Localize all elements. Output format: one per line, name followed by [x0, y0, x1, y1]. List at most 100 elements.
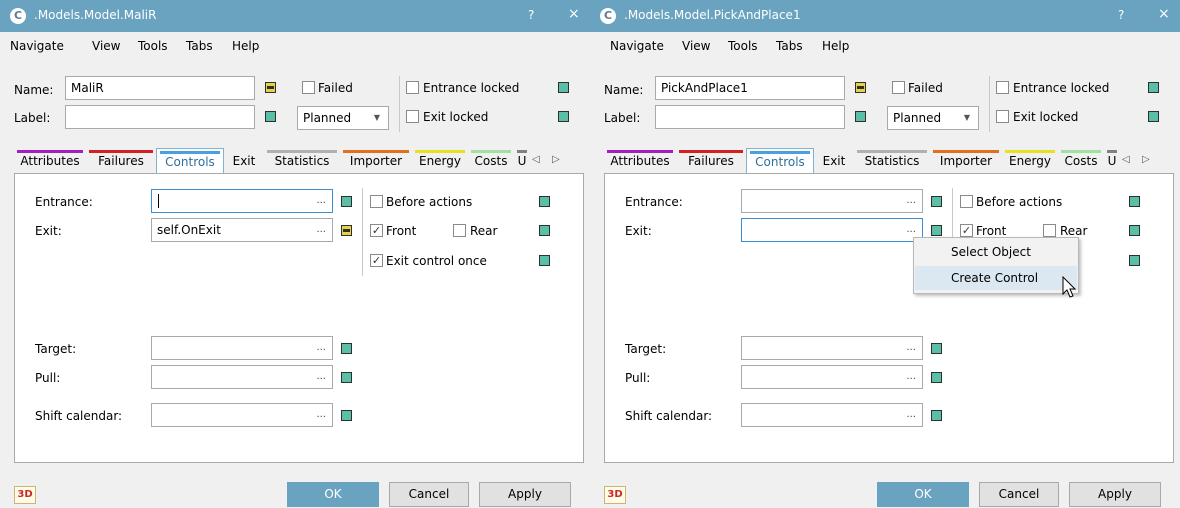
before-actions-checkbox[interactable] [370, 195, 383, 208]
rear-checkbox[interactable] [1043, 224, 1056, 237]
shift-calendar-input[interactable]: ... [741, 403, 923, 427]
menu-tabs[interactable]: Tabs [186, 39, 213, 53]
ok-button[interactable]: OK [287, 482, 379, 507]
failed-checkbox[interactable] [302, 81, 315, 94]
menu-navigate[interactable]: Navigate [610, 39, 664, 53]
apply-button[interactable]: Apply [479, 482, 571, 507]
rear-checkbox[interactable] [453, 224, 466, 237]
planned-dropdown[interactable]: Planned ▼ [887, 106, 979, 130]
tab-scroll-left-icon[interactable]: ◁ [1122, 154, 1130, 165]
shift-calendar-input[interactable]: ... [151, 403, 333, 427]
menu-view[interactable]: View [682, 39, 710, 53]
exit-locked-checkbox[interactable] [406, 110, 419, 123]
name-status-indicator [855, 82, 866, 93]
target-browse-button[interactable]: ... [316, 337, 326, 359]
front-checkbox[interactable]: ✓ [370, 224, 383, 237]
entrance-indicator [341, 196, 352, 207]
front-checkbox[interactable]: ✓ [960, 224, 973, 237]
tab-scroll-right-icon[interactable]: ▷ [552, 154, 560, 165]
help-button[interactable]: ? [1118, 8, 1124, 22]
tab-color-bar [17, 150, 83, 153]
tab-label: Costs [1064, 154, 1098, 168]
tab-attributes[interactable]: Attributes [14, 148, 86, 174]
exit-input[interactable]: ... [741, 218, 923, 242]
tab-failures[interactable]: Failures [86, 148, 156, 174]
tab-importer[interactable]: Importer [340, 148, 412, 174]
window-title: .Models.Model.MaliR [34, 8, 157, 22]
name-value: MaliR [71, 81, 104, 95]
name-input[interactable]: MaliR [65, 76, 255, 100]
target-indicator [341, 343, 352, 354]
tab-failures[interactable]: Failures [676, 148, 746, 174]
entrance-browse-button[interactable]: ... [316, 190, 326, 212]
tab-energy[interactable]: Energy [412, 148, 468, 174]
target-browse-button[interactable]: ... [906, 337, 916, 359]
pointer-cursor-icon [1062, 276, 1077, 298]
separator [399, 76, 400, 132]
pull-input[interactable]: ... [741, 365, 923, 389]
target-input[interactable]: ... [151, 336, 333, 360]
ok-button[interactable]: OK [877, 482, 969, 507]
entrance-locked-checkbox[interactable] [406, 81, 419, 94]
tab-scroll-right-icon[interactable]: ▷ [1142, 154, 1150, 165]
entrance-locked-label: Entrance locked [1013, 81, 1110, 95]
close-button[interactable]: × [568, 6, 580, 22]
3d-icon[interactable]: 3D [14, 486, 36, 504]
name-input[interactable]: PickAndPlace1 [655, 76, 845, 100]
failed-checkbox[interactable] [892, 81, 905, 94]
tab-label: Costs [474, 154, 508, 168]
exit-input[interactable]: self.OnExit... [151, 218, 333, 242]
tab-exit[interactable]: Exit [814, 148, 854, 174]
close-button[interactable]: × [1158, 6, 1170, 22]
check-icon: ✓ [371, 224, 382, 237]
separator [989, 76, 990, 132]
exit-locked-indicator [1148, 111, 1159, 122]
tab-costs[interactable]: Costs [1058, 148, 1104, 174]
planned-dropdown[interactable]: Planned ▼ [297, 106, 389, 130]
entrance-input[interactable]: ... [741, 189, 923, 213]
exit-control-once-checkbox[interactable]: ✓ [370, 254, 383, 267]
tab-u[interactable]: U [1104, 148, 1120, 174]
help-button[interactable]: ? [528, 8, 534, 22]
tab-energy[interactable]: Energy [1002, 148, 1058, 174]
menu-navigate[interactable]: Navigate [10, 39, 64, 53]
entrance-browse-button[interactable]: ... [906, 190, 916, 212]
tab-importer[interactable]: Importer [930, 148, 1002, 174]
cancel-button[interactable]: Cancel [389, 482, 469, 507]
menu-view[interactable]: View [92, 39, 120, 53]
front-label: Front [386, 224, 417, 238]
tab-statistics[interactable]: Statistics [264, 148, 340, 174]
menu-item-create-control[interactable]: Create Control [915, 266, 1077, 290]
3d-icon[interactable]: 3D [604, 486, 626, 504]
pull-input[interactable]: ... [151, 365, 333, 389]
entrance-locked-checkbox[interactable] [996, 81, 1009, 94]
exit-locked-checkbox[interactable] [996, 110, 1009, 123]
menu-tabs[interactable]: Tabs [776, 39, 803, 53]
menu-help[interactable]: Help [232, 39, 259, 53]
menu-item-select-object[interactable]: Select Object [915, 240, 1077, 264]
tab-costs[interactable]: Costs [468, 148, 514, 174]
label-input[interactable] [655, 105, 845, 129]
menu-tools[interactable]: Tools [728, 39, 758, 53]
label-input[interactable] [65, 105, 255, 129]
exit-browse-button[interactable]: ... [316, 219, 326, 241]
tab-exit[interactable]: Exit [224, 148, 264, 174]
before-actions-checkbox[interactable] [960, 195, 973, 208]
tab-controls[interactable]: Controls [746, 148, 814, 174]
menubar: Navigate View Tools Tabs Help [0, 32, 590, 60]
tab-attributes[interactable]: Attributes [604, 148, 676, 174]
shift-calendar-browse-button[interactable]: ... [906, 404, 916, 426]
target-input[interactable]: ... [741, 336, 923, 360]
tab-controls[interactable]: Controls [156, 148, 224, 174]
cancel-button[interactable]: Cancel [979, 482, 1059, 507]
entrance-input[interactable]: ... [151, 189, 333, 213]
tab-scroll-left-icon[interactable]: ◁ [532, 154, 540, 165]
shift-calendar-browse-button[interactable]: ... [316, 404, 326, 426]
apply-button[interactable]: Apply [1069, 482, 1161, 507]
pull-browse-button[interactable]: ... [316, 366, 326, 388]
pull-browse-button[interactable]: ... [906, 366, 916, 388]
menu-help[interactable]: Help [822, 39, 849, 53]
menu-tools[interactable]: Tools [138, 39, 168, 53]
tab-u[interactable]: U [514, 148, 530, 174]
tab-statistics[interactable]: Statistics [854, 148, 930, 174]
